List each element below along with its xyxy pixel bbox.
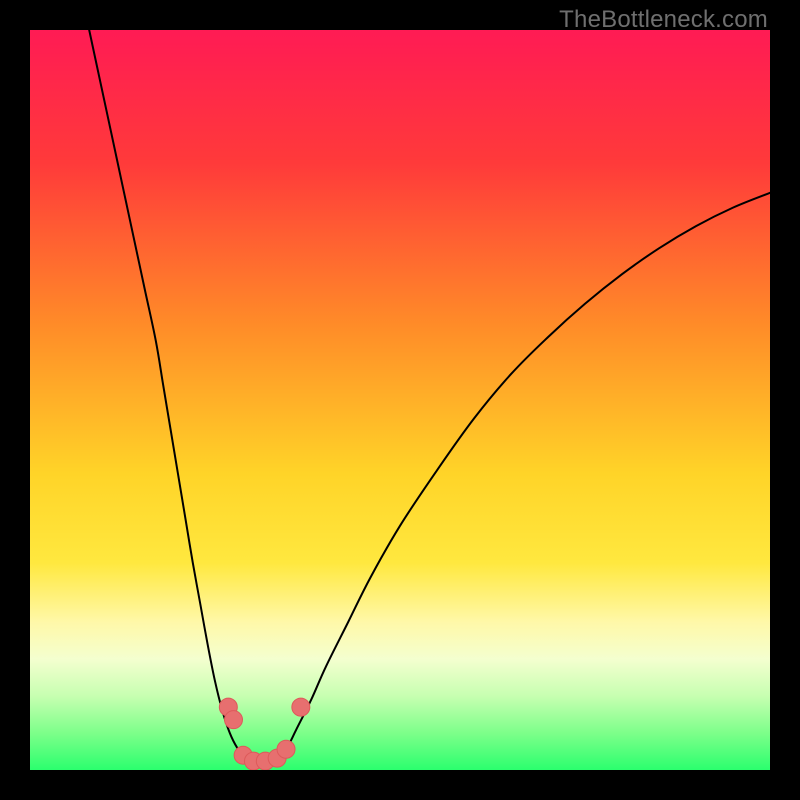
highlight-dot [225, 711, 243, 729]
bottleneck-chart [30, 30, 770, 770]
highlight-dot [292, 698, 310, 716]
chart-background [30, 30, 770, 770]
highlight-dot [277, 740, 295, 758]
chart-frame [30, 30, 770, 770]
